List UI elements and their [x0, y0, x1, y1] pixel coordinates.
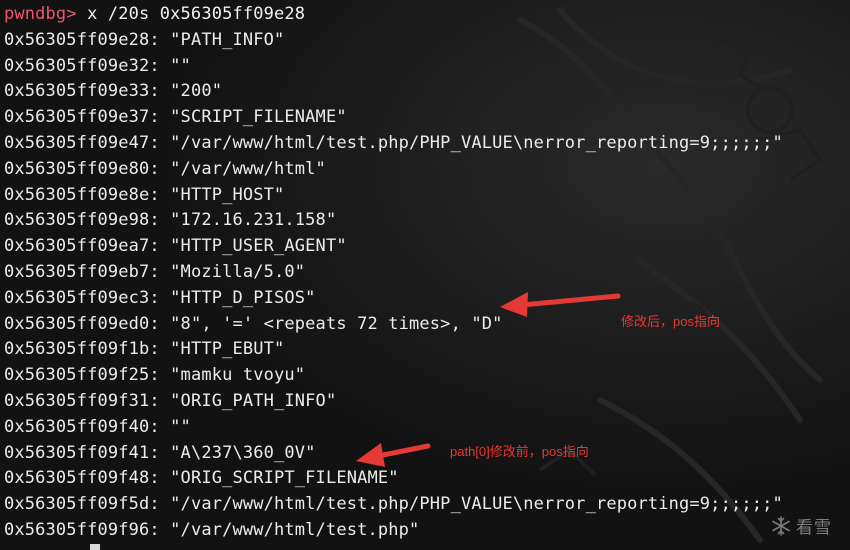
memory-string: "Mozilla/5.0" — [170, 261, 306, 282]
memory-string: "SCRIPT_FILENAME" — [170, 107, 347, 128]
memory-line: 0x56305ff09f25: "mamku tvoyu" — [4, 363, 846, 389]
memory-string: "200" — [170, 81, 223, 102]
watermark-text: 看雪 — [796, 518, 832, 537]
memory-line: 0x56305ff09f96: "/var/www/html/test.php" — [4, 518, 846, 544]
memory-address: 0x56305ff09e37: — [4, 107, 160, 128]
memory-string: "" — [170, 55, 191, 76]
memory-line: 0x56305ff09ec3: "HTTP_D_PISOS" — [4, 286, 846, 312]
terminal-output[interactable]: pwndbg> x /20s 0x56305ff09e28 0x56305ff0… — [4, 2, 846, 548]
memory-line: 0x56305ff09f5d: "/var/www/html/test.php/… — [4, 492, 846, 518]
memory-string: "HTTP_D_PISOS" — [170, 287, 316, 308]
memory-line: 0x56305ff09e98: "172.16.231.158" — [4, 208, 846, 234]
annotation-before-label: path[0]修改前，pos指向 — [450, 444, 589, 459]
memory-address: 0x56305ff09f1b: — [4, 339, 160, 360]
memory-string: "mamku tvoyu" — [170, 365, 306, 386]
memory-line: 0x56305ff09e33: "200" — [4, 79, 846, 105]
memory-line: 0x56305ff09e37: "SCRIPT_FILENAME" — [4, 105, 846, 131]
memory-string: "" — [170, 416, 191, 437]
memory-string: "ORIG_SCRIPT_FILENAME" — [170, 468, 399, 489]
memory-address: 0x56305ff09f48: — [4, 468, 160, 489]
memory-string: "/var/www/html" — [170, 158, 326, 179]
memory-string: "8", '=' <repeats 72 times>, "D" — [170, 313, 503, 334]
memory-line: 0x56305ff09e28: "PATH_INFO" — [4, 28, 846, 54]
memory-address: 0x56305ff09e28: — [4, 29, 160, 50]
memory-address: 0x56305ff09f25: — [4, 365, 160, 386]
memory-address: 0x56305ff09f31: — [4, 390, 160, 411]
memory-string: "172.16.231.158" — [170, 210, 337, 231]
memory-string: "PATH_INFO" — [170, 29, 285, 50]
memory-address: 0x56305ff09e33: — [4, 81, 160, 102]
memory-line: 0x56305ff09e80: "/var/www/html" — [4, 157, 846, 183]
memory-address: 0x56305ff09f5d: — [4, 494, 160, 515]
snowflake-icon — [772, 515, 790, 536]
memory-string: "/var/www/html/test.php" — [170, 519, 420, 540]
memory-line: 0x56305ff09f48: "ORIG_SCRIPT_FILENAME" — [4, 466, 846, 492]
memory-string: "/var/www/html/test.php/PHP_VALUE\nerror… — [170, 132, 783, 153]
memory-address: 0x56305ff09e98: — [4, 210, 160, 231]
annotation-after-label: 修改后，pos指向 — [621, 314, 720, 329]
memory-address: 0x56305ff09f40: — [4, 416, 160, 437]
memory-string: "/var/www/html/test.php/PHP_VALUE\nerror… — [170, 494, 783, 515]
memory-address: 0x56305ff09ed0: — [4, 313, 160, 334]
memory-line: 0x56305ff09f40: "" — [4, 415, 846, 441]
memory-line: 0x56305ff09e47: "/var/www/html/test.php/… — [4, 131, 846, 157]
memory-line: 0x56305ff09f31: "ORIG_PATH_INFO" — [4, 389, 846, 415]
memory-address: 0x56305ff09f41: — [4, 442, 160, 463]
memory-line: 0x56305ff09eb7: "Mozilla/5.0" — [4, 260, 846, 286]
memory-line: 0x56305ff09e32: "" — [4, 54, 846, 80]
memory-line: 0x56305ff09ea7: "HTTP_USER_AGENT" — [4, 234, 846, 260]
memory-address: 0x56305ff09ec3: — [4, 287, 160, 308]
memory-address: 0x56305ff09eb7: — [4, 261, 160, 282]
pwndbg-prompt: pwndbg> — [4, 4, 77, 24]
watermark: 看雪 — [770, 513, 832, 538]
memory-address: 0x56305ff09e8e: — [4, 184, 160, 205]
memory-line: 0x56305ff09f41: "A\237\360_0V" — [4, 441, 846, 467]
memory-address: 0x56305ff09ea7: — [4, 236, 160, 257]
memory-address: 0x56305ff09e47: — [4, 132, 160, 153]
memory-string: "HTTP_HOST" — [170, 184, 285, 205]
memory-line: 0x56305ff09f1b: "HTTP_EBUT" — [4, 337, 846, 363]
command-line: pwndbg> x /20s 0x56305ff09e28 — [4, 2, 846, 28]
terminal-cursor — [90, 544, 100, 550]
memory-address: 0x56305ff09e32: — [4, 55, 160, 76]
memory-string: "A\237\360_0V" — [170, 442, 316, 463]
memory-string: "HTTP_USER_AGENT" — [170, 236, 347, 257]
memory-line: 0x56305ff09e8e: "HTTP_HOST" — [4, 183, 846, 209]
command-text: x /20s 0x56305ff09e28 — [76, 4, 306, 24]
memory-string: "ORIG_PATH_INFO" — [170, 390, 337, 411]
memory-address: 0x56305ff09e80: — [4, 158, 160, 179]
memory-string: "HTTP_EBUT" — [170, 339, 285, 360]
memory-address: 0x56305ff09f96: — [4, 519, 160, 540]
